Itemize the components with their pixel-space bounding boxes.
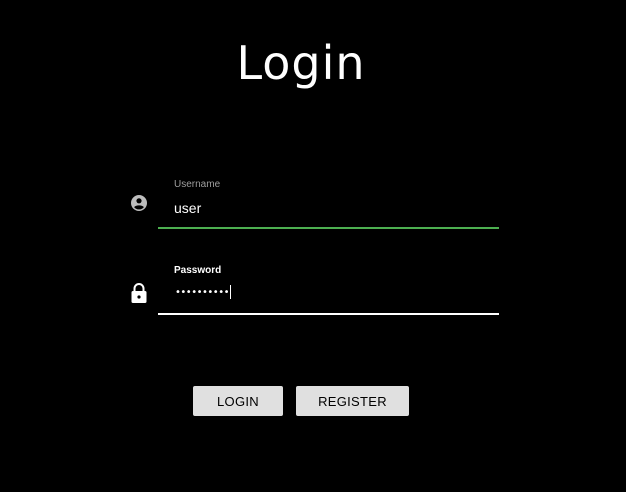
username-label: Username [174,179,221,190]
password-label: Password [174,265,222,276]
page-title: Login [236,36,366,90]
login-button[interactable]: LOGIN [193,386,283,416]
password-field[interactable]: Password •••••••••• [158,264,499,315]
password-mask: •••••••••• [175,286,229,298]
account-circle-icon [129,193,149,213]
username-field[interactable]: Username user [158,178,499,229]
login-screen: Login Username user Password •••••••••• … [0,0,626,492]
username-input[interactable]: user [174,200,474,216]
lock-icon [129,282,149,304]
password-input[interactable]: •••••••••• [175,284,231,300]
register-button[interactable]: REGISTER [296,386,409,416]
text-caret [229,285,231,299]
